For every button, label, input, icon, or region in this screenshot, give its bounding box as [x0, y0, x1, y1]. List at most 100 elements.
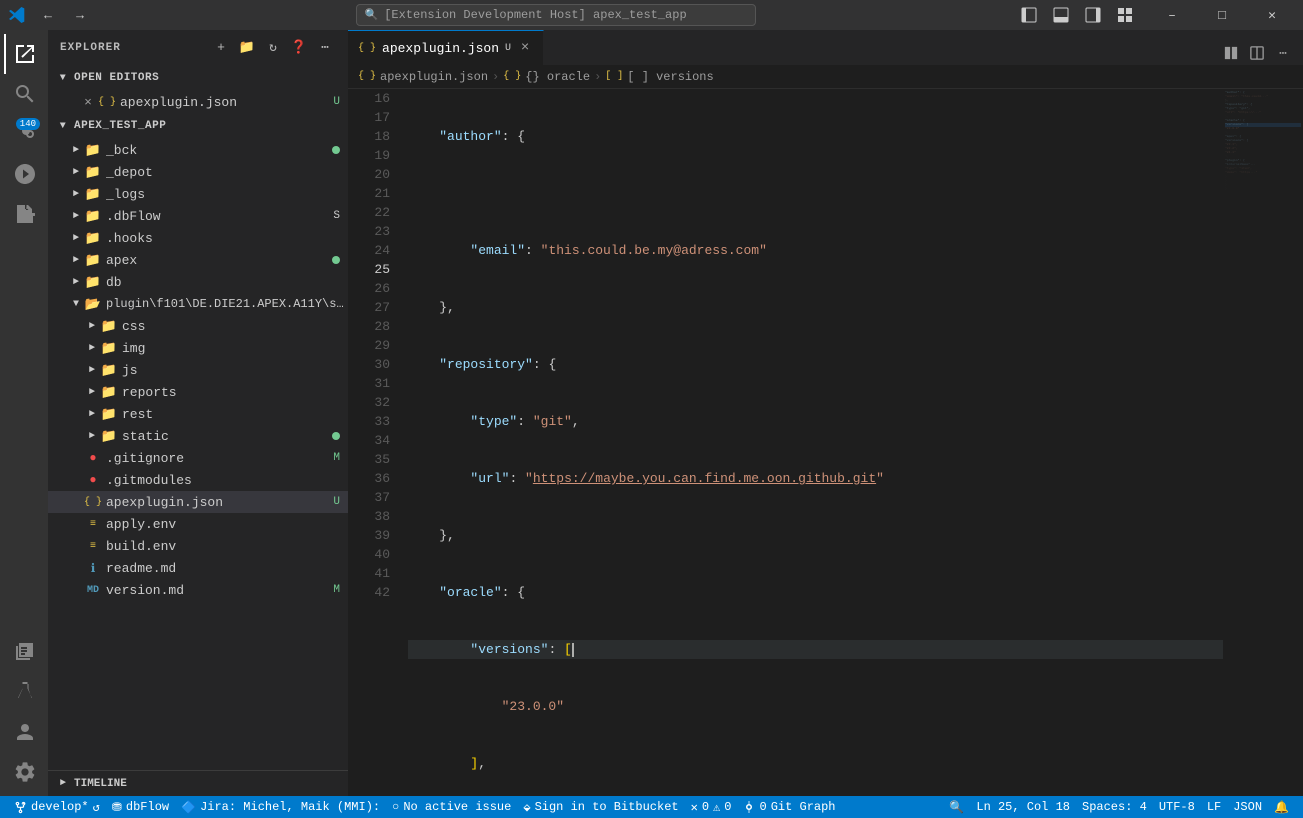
collapse-all-button[interactable]: ❓ — [288, 37, 310, 59]
breadcrumb-versions[interactable]: [ ] versions — [627, 70, 713, 84]
status-line-ending[interactable]: LF — [1201, 796, 1227, 818]
activity-search[interactable] — [4, 74, 44, 114]
activity-run-debug[interactable] — [4, 154, 44, 194]
breadcrumb-oracle[interactable]: {} oracle — [525, 70, 590, 84]
project-section[interactable]: ▼ APEX_TEST_APP — [48, 113, 348, 139]
folder-js[interactable]: ► 📁 js — [48, 359, 348, 381]
new-file-button[interactable]: + — [210, 37, 232, 59]
tab-name: apexplugin.json — [382, 41, 499, 56]
close-button[interactable]: ✕ — [1249, 0, 1295, 30]
tab-bar: { } apexplugin.json U × ⋯ — [348, 30, 1303, 65]
forward-button[interactable]: → — [66, 4, 94, 26]
customize-layout-icon[interactable] — [1113, 4, 1137, 26]
folder-bck[interactable]: ► 📁 _bck — [48, 139, 348, 161]
toggle-editor-layout-button[interactable] — [1245, 41, 1269, 65]
activity-extensions[interactable] — [4, 194, 44, 234]
apex-modified-dot — [332, 256, 340, 264]
status-encoding[interactable]: UTF-8 — [1153, 796, 1201, 818]
static-modified-dot — [332, 432, 340, 440]
status-jira[interactable]: 🔷 Jira: Michel, Maik (MMI): — [175, 796, 386, 818]
toggle-primary-sidebar-icon[interactable] — [1017, 4, 1041, 26]
file-version-md[interactable]: ► MD version.md M — [48, 579, 348, 601]
minimap: "author": { "email": "this.could..." }, … — [1223, 89, 1303, 796]
minimize-button[interactable]: – — [1149, 0, 1195, 30]
status-bar: develop* ↺ ⛃ dbFlow 🔷 Jira: Michel, Maik… — [0, 796, 1303, 818]
file-apply-env[interactable]: ► ≡ apply.env — [48, 513, 348, 535]
git-graph-label: Git Graph — [771, 800, 836, 814]
activity-remote-explorer[interactable] — [4, 632, 44, 672]
activity-testing[interactable] — [4, 672, 44, 712]
folder-dbflow[interactable]: ► 📁 .dbFlow S — [48, 205, 348, 227]
maximize-button[interactable]: □ — [1199, 0, 1245, 30]
sync-icon: ↺ — [93, 800, 100, 815]
file-gitignore[interactable]: ► ● .gitignore M — [48, 447, 348, 469]
refresh-button[interactable]: ↻ — [262, 37, 284, 59]
code-line-23: }, — [408, 526, 1223, 545]
file-build-env[interactable]: ► ≡ build.env — [48, 535, 348, 557]
line-ending-text: LF — [1207, 800, 1221, 814]
breadcrumb-file[interactable]: apexplugin.json — [380, 70, 488, 84]
window-icons — [1017, 4, 1137, 26]
folder-hooks-icon: 📁 — [84, 231, 102, 246]
toggle-panel-icon[interactable] — [1049, 4, 1073, 26]
code-line-19: }, — [408, 298, 1223, 317]
status-dbflow[interactable]: ⛃ dbFlow — [106, 796, 175, 818]
folder-db[interactable]: ► 📁 db — [48, 271, 348, 293]
timeline-section[interactable]: ► TIMELINE — [48, 770, 348, 796]
folder-plugin-icon: 📂 — [84, 297, 102, 312]
toggle-secondary-sidebar-icon[interactable] — [1081, 4, 1105, 26]
encoding-text: UTF-8 — [1159, 800, 1195, 814]
status-position[interactable]: Ln 25, Col 18 — [970, 796, 1076, 818]
more-actions-button[interactable]: ⋯ — [314, 37, 336, 59]
tab-close-button[interactable]: × — [517, 40, 533, 56]
status-sign-in[interactable]: ⬙ Sign in to Bitbucket — [517, 796, 684, 818]
code-content[interactable]: "author": { "email": "this.could.be.my@a… — [398, 89, 1223, 796]
more-tab-actions-button[interactable]: ⋯ — [1271, 41, 1295, 65]
title-search[interactable]: 🔍 [Extension Development Host] apex_test… — [356, 4, 756, 26]
activity-accounts[interactable] — [4, 712, 44, 752]
folder-hooks[interactable]: ► 📁 .hooks — [48, 227, 348, 249]
code-line-26: "23.0.0" — [408, 697, 1223, 716]
activity-explorer[interactable] — [4, 34, 44, 74]
status-spaces[interactable]: Spaces: 4 — [1076, 796, 1153, 818]
code-line-24: "oracle": { — [408, 583, 1223, 602]
activity-settings[interactable] — [4, 752, 44, 792]
file-apexplugin[interactable]: ► { } apexplugin.json U — [48, 491, 348, 513]
folder-reports[interactable]: ► 📁 reports — [48, 381, 348, 403]
folder-apex[interactable]: ► 📁 apex — [48, 249, 348, 271]
status-search[interactable]: 🔍 — [943, 796, 970, 818]
folder-img-icon: 📁 — [100, 341, 118, 356]
folder-logs[interactable]: ► 📁 _logs — [48, 183, 348, 205]
code-line-18: "email": "this.could.be.my@adress.com" — [408, 241, 1223, 260]
folder-rest[interactable]: ► 📁 rest — [48, 403, 348, 425]
status-errors[interactable]: ✕ 0 ⚠ 0 — [685, 796, 738, 818]
build-env-label: build.env — [106, 539, 348, 554]
activity-source-control[interactable]: 140 — [4, 114, 44, 154]
gitignore-icon: ● — [84, 451, 102, 465]
breadcrumb: { } apexplugin.json › { } {} oracle › [ … — [348, 65, 1303, 89]
editor-close-icon[interactable]: × — [80, 94, 96, 110]
folder-css[interactable]: ► 📁 css — [48, 315, 348, 337]
open-editor-apexplugin[interactable]: × { } apexplugin.json U — [48, 91, 348, 113]
tab-apexplugin[interactable]: { } apexplugin.json U × — [348, 30, 544, 65]
open-editors-section[interactable]: ▼ OPEN EDITORS — [48, 65, 348, 91]
jira-text: Jira: Michel, Maik (MMI): — [200, 800, 380, 814]
code-editor[interactable]: 16 17 18 19 20 21 22 23 24 25 26 27 28 2… — [348, 89, 1303, 796]
file-readme[interactable]: ► ℹ readme.md — [48, 557, 348, 579]
sidebar-content: ▼ OPEN EDITORS × { } apexplugin.json U ▼… — [48, 65, 348, 770]
split-editor-button[interactable] — [1219, 41, 1243, 65]
file-gitmodules[interactable]: ► ● .gitmodules — [48, 469, 348, 491]
status-branch[interactable]: develop* ↺ — [8, 796, 106, 818]
breadcrumb-versions-icon: [ ] — [605, 71, 623, 82]
status-notifications[interactable]: 🔔 — [1268, 796, 1295, 818]
back-button[interactable]: ← — [34, 4, 62, 26]
folder-img[interactable]: ► 📁 img — [48, 337, 348, 359]
status-git-commits[interactable]: 0 Git Graph — [737, 796, 841, 818]
folder-plugin[interactable]: ▼ 📂 plugin\f101\DE.DIE21.APEX.A11Y\src — [48, 293, 348, 315]
folder-depot[interactable]: ► 📁 _depot — [48, 161, 348, 183]
new-folder-button[interactable]: 📁 — [236, 37, 258, 59]
folder-static[interactable]: ► 📁 static — [48, 425, 348, 447]
status-no-issue[interactable]: ○ No active issue — [386, 796, 517, 818]
status-language[interactable]: JSON — [1227, 796, 1268, 818]
bck-modified-dot — [332, 146, 340, 154]
